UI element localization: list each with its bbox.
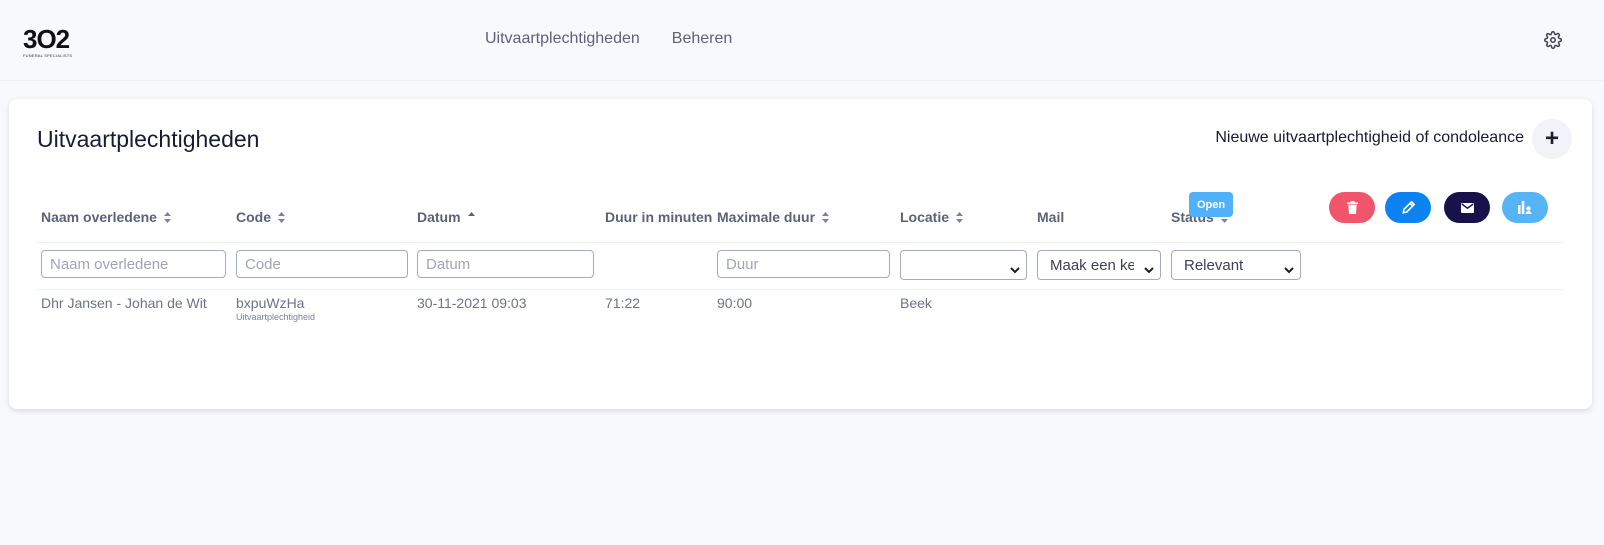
filter-status-select[interactable]: Relevant (1171, 250, 1301, 280)
column-label: Naam overledene (41, 209, 157, 225)
logo-subtitle: FUNERAL SPECIALISTS (23, 53, 73, 58)
cell-datum: 30-11-2021 09:03 (417, 295, 527, 311)
column-header-mail: Mail (1037, 209, 1064, 225)
cell-locatie: Beek (900, 295, 932, 311)
sort-asc-icon (467, 211, 475, 223)
chevron-down-icon (1010, 261, 1020, 278)
column-header-code[interactable]: Code (236, 209, 285, 225)
sort-icon (163, 211, 171, 223)
sort-icon (822, 211, 830, 223)
pencil-icon (1401, 201, 1415, 214)
column-header-duur: Duur in minuten (605, 209, 712, 225)
nav-item-beheren[interactable]: Beheren (672, 30, 733, 48)
filter-mail-select[interactable]: Maak een keuze (1037, 250, 1161, 280)
trash-icon (1346, 201, 1358, 214)
mail-button[interactable] (1444, 192, 1490, 223)
column-label: Code (236, 209, 271, 225)
select-value: Maak een keuze (1050, 256, 1134, 274)
filter-datum-input[interactable] (417, 250, 594, 278)
cell-code: bxpuWzHa (236, 295, 305, 311)
column-label: Locatie (900, 209, 950, 225)
column-label: Datum (417, 209, 461, 225)
column-header-datum[interactable]: Datum (417, 209, 475, 225)
sort-icon (278, 211, 285, 223)
add-ceremony-button[interactable]: + (1532, 119, 1572, 159)
report-button[interactable] (1502, 192, 1548, 223)
envelope-icon (1460, 202, 1474, 213)
cell-code-type: Uitvaartplechtigheid (236, 312, 316, 322)
filter-divider (37, 289, 1564, 290)
status-badge: Open (1189, 192, 1233, 217)
column-label: Maximale duur (717, 209, 816, 225)
ceremonies-card: Uitvaartplechtigheden Nieuwe uitvaartple… (9, 99, 1592, 409)
column-label: Duur in minuten (605, 209, 713, 225)
cell-naam: Dhr Jansen - Johan de Wit (41, 295, 207, 311)
column-label: Mail (1037, 209, 1065, 225)
filter-naam-input[interactable] (41, 250, 226, 278)
logo-text: 3O2 (23, 24, 70, 54)
column-header-locatie[interactable]: Locatie (900, 209, 964, 225)
logo[interactable]: 3O2 FUNERAL SPECIALISTS (23, 26, 73, 58)
nav-item-uitvaartplechtigheden[interactable]: Uitvaartplechtigheden (485, 30, 640, 48)
header-divider (37, 242, 1564, 243)
chevron-down-icon (1144, 261, 1154, 278)
plus-icon: + (1544, 125, 1559, 152)
filter-duur-input[interactable] (717, 250, 890, 278)
filter-code-input[interactable] (236, 250, 408, 278)
column-header-naam[interactable]: Naam overledene (41, 209, 171, 225)
cell-maximale-duur: 90:00 (717, 295, 753, 311)
top-navbar: 3O2 FUNERAL SPECIALISTS Uitvaartplechtig… (0, 0, 1604, 81)
gear-icon[interactable] (1544, 31, 1562, 49)
select-value: Relevant (1184, 256, 1244, 274)
sort-icon (956, 211, 964, 223)
column-header-maximale-duur[interactable]: Maximale duur (717, 209, 830, 225)
main-nav: Uitvaartplechtigheden Beheren (485, 30, 732, 48)
new-ceremony-label[interactable]: Nieuwe uitvaartplechtigheid of condolean… (1215, 129, 1524, 147)
cell-duur: 71:22 (605, 295, 641, 311)
edit-button[interactable] (1385, 192, 1431, 223)
filter-locatie-select[interactable] (900, 250, 1027, 280)
chevron-down-icon (1284, 261, 1294, 278)
page-title: Uitvaartplechtigheden (37, 126, 260, 152)
delete-button[interactable] (1329, 192, 1375, 223)
report-icon (1518, 201, 1532, 214)
